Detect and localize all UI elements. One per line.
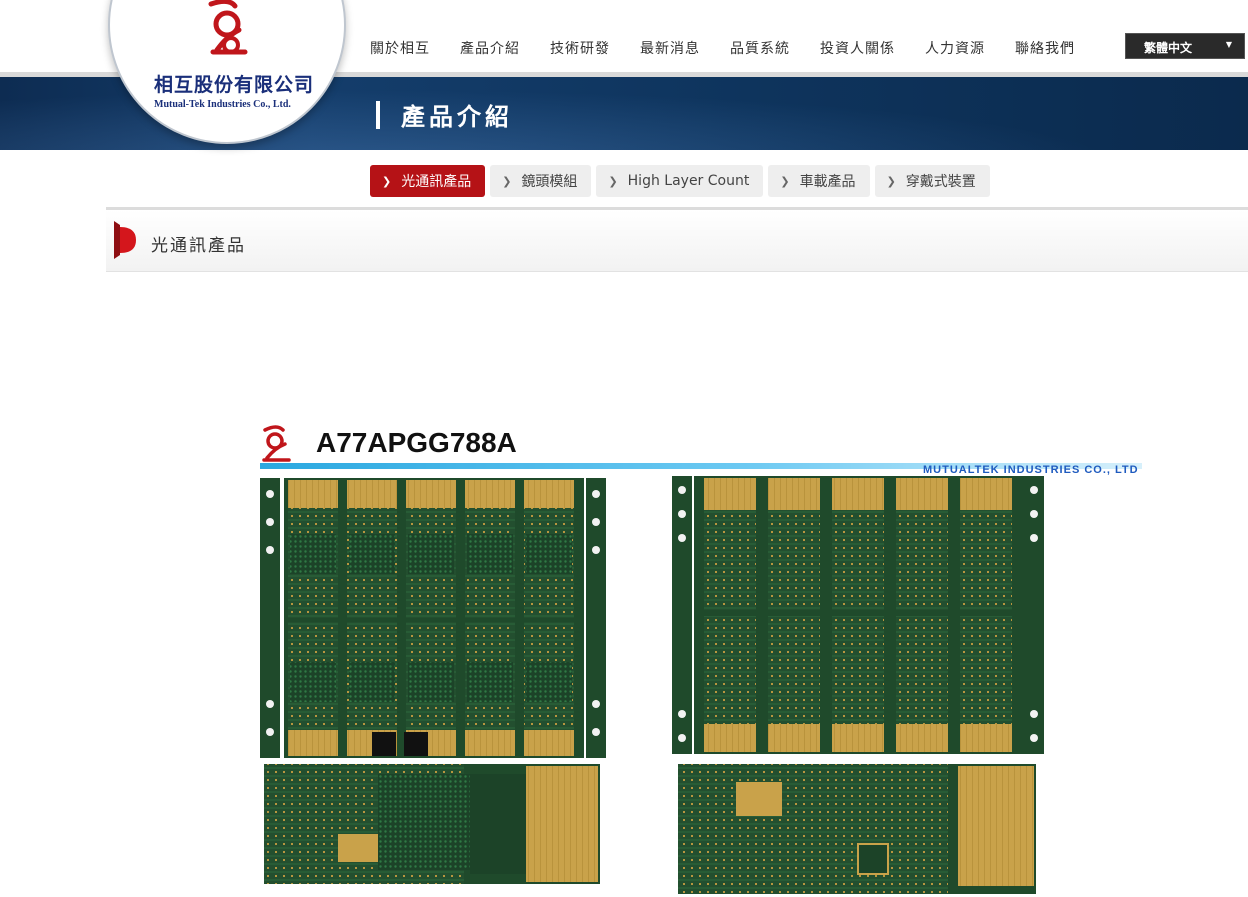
section-header <box>106 210 1248 272</box>
banner-accent-bar <box>376 101 380 129</box>
pcb-closeup-left <box>264 764 600 884</box>
language-select-value: 繁體中文 <box>1144 41 1193 55</box>
nav-item-investors[interactable]: 投資人關係 <box>820 38 895 58</box>
company-name-en: Mutual-Tek Industries Co., Ltd. <box>154 99 291 110</box>
chevron-right-icon: ❯ <box>886 174 896 188</box>
chevron-right-icon: ❯ <box>608 174 618 188</box>
chevron-right-icon: ❯ <box>780 174 790 188</box>
nav-item-contact[interactable]: 聯絡我們 <box>1015 38 1075 58</box>
chevron-right-icon: ❯ <box>382 174 392 188</box>
pcb-product-photo <box>260 476 1044 894</box>
nav-item-products[interactable]: 產品介紹 <box>460 38 520 58</box>
product-part-number: A77APGG788A <box>316 427 517 458</box>
product-category-tabs: ❯ 光通訊產品 ❯ 鏡頭模組 ❯ High Layer Count ❯ 車載產品… <box>370 165 995 197</box>
nav-item-quality[interactable]: 品質系統 <box>730 38 790 58</box>
page-title: 產品介紹 <box>401 102 513 131</box>
nav-item-technology[interactable]: 技術研發 <box>550 38 610 58</box>
tab-automotive[interactable]: ❯ 車載產品 <box>768 165 870 197</box>
main-nav: 關於相互 產品介紹 技術研發 最新消息 品質系統 投資人關係 人力資源 聯絡我們 <box>370 38 1105 58</box>
company-logo-icon <box>262 425 291 462</box>
tab-label: 鏡頭模組 <box>521 174 578 190</box>
language-select[interactable]: 繁體中文 ▼ <box>1125 33 1245 59</box>
nav-item-about[interactable]: 關於相互 <box>370 38 430 58</box>
left-panel-boards <box>288 480 574 756</box>
tab-high-layer-count[interactable]: ❯ High Layer Count <box>596 165 764 197</box>
nav-item-hr[interactable]: 人力資源 <box>925 38 985 58</box>
chevron-down-icon: ▼ <box>1225 40 1232 49</box>
company-name-cn: 相互股份有限公司 <box>154 74 315 96</box>
tab-wearable[interactable]: ❯ 穿戴式裝置 <box>874 165 990 197</box>
section-marker-icon <box>114 221 136 259</box>
tab-label: 穿戴式裝置 <box>905 174 976 190</box>
tab-camera-module[interactable]: ❯ 鏡頭模組 <box>490 165 592 197</box>
tab-optical-communication[interactable]: ❯ 光通訊產品 <box>370 165 486 197</box>
chevron-right-icon: ❯ <box>502 174 512 188</box>
tab-label: 光通訊產品 <box>401 174 472 190</box>
tab-label: 車載產品 <box>799 174 856 190</box>
pcb-closeup-right <box>678 764 1036 894</box>
section-title: 光通訊產品 <box>151 236 246 256</box>
company-logo-icon <box>208 0 248 55</box>
nav-item-news[interactable]: 最新消息 <box>640 38 700 58</box>
tab-label: High Layer Count <box>627 173 750 189</box>
